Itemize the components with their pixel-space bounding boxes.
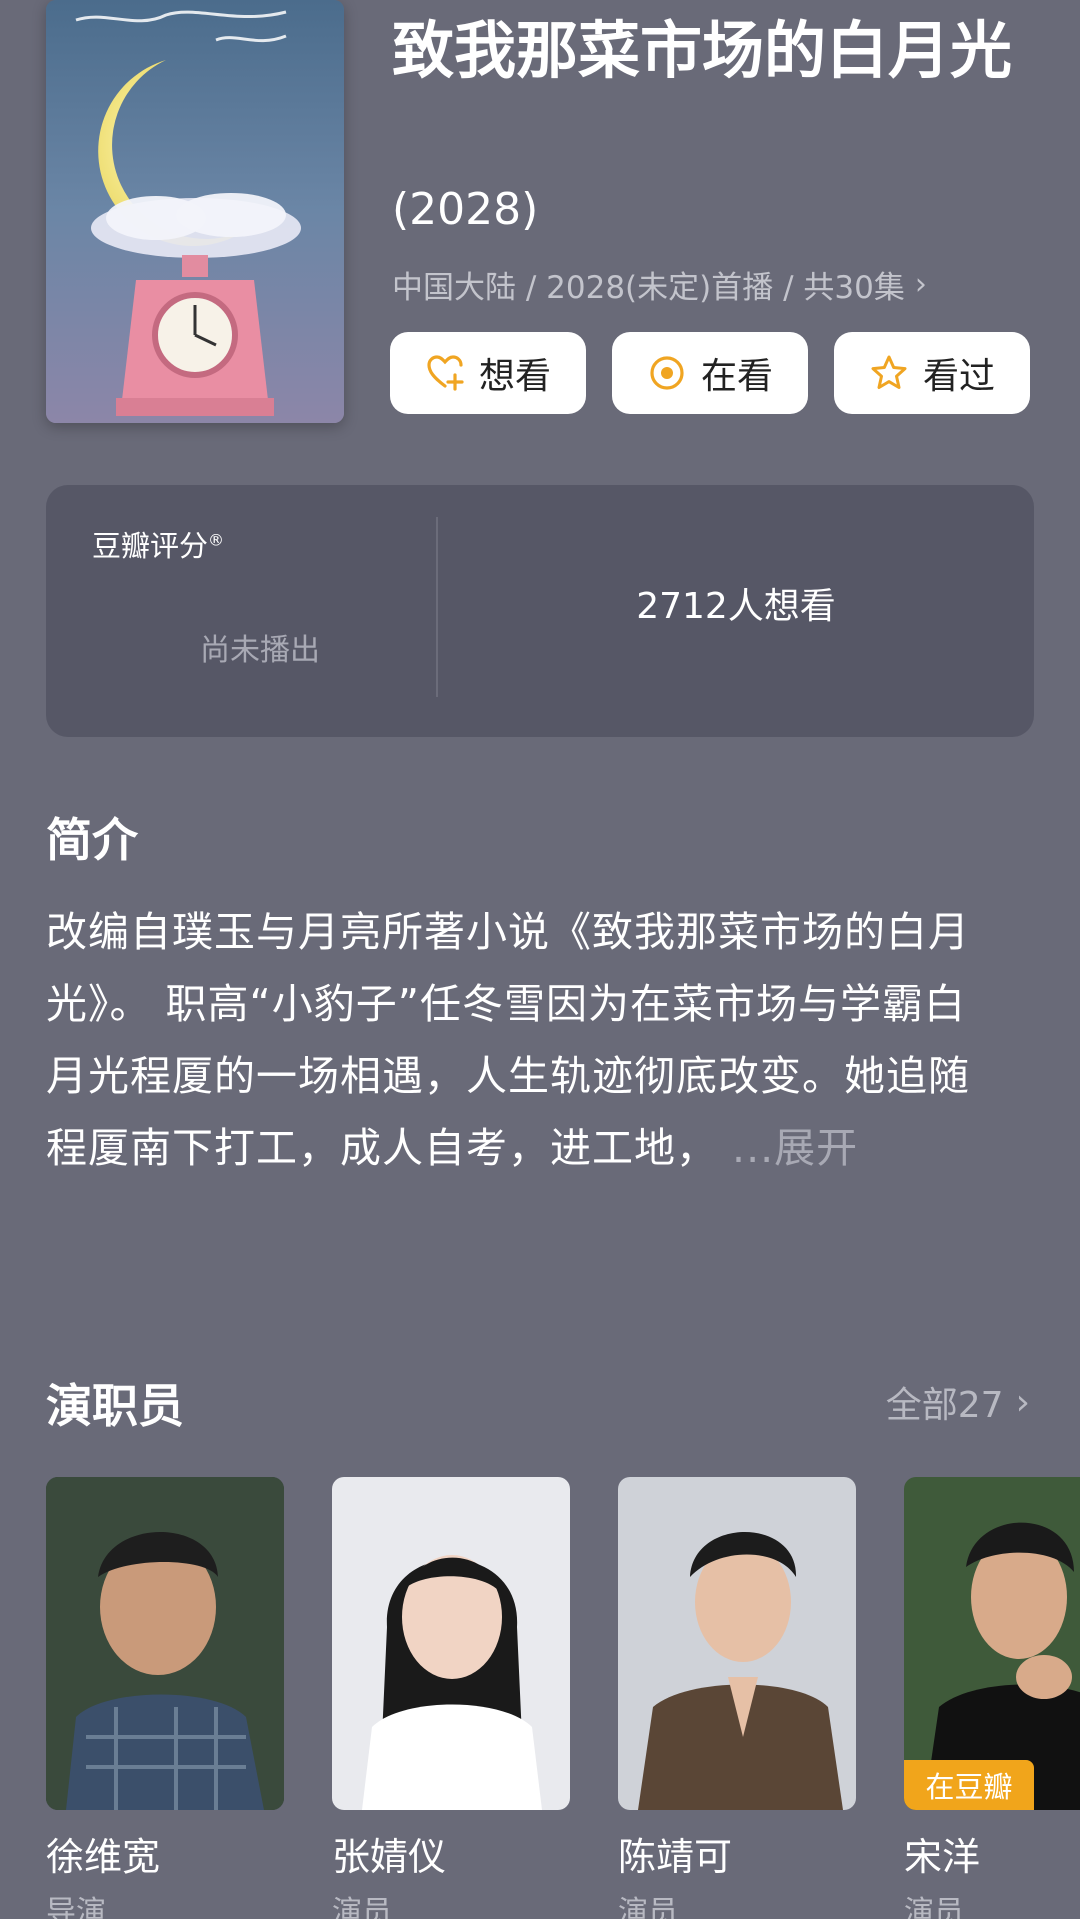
cast-member[interactable]: 陈靖可 演员 bbox=[618, 1477, 856, 1919]
cast-photo: 在豆瓣 bbox=[904, 1477, 1080, 1810]
action-buttons: 想看 在看 看过 bbox=[390, 332, 1030, 414]
heart-plus-icon bbox=[425, 353, 465, 393]
chevron-right-icon: › bbox=[914, 267, 927, 302]
release-year: (2028) bbox=[392, 184, 539, 235]
watching-label: 在看 bbox=[700, 356, 773, 397]
want-to-watch-button[interactable]: 想看 bbox=[390, 332, 586, 414]
want-to-watch-label: 想看 bbox=[478, 356, 551, 397]
chevron-right-icon: › bbox=[1015, 1381, 1030, 1423]
cast-role: 演员 bbox=[332, 1895, 392, 1919]
rating-label: 豆瓣评分® bbox=[92, 523, 224, 565]
intro-heading: 简介 bbox=[46, 813, 138, 867]
cast-all-link[interactable]: 全部27 › bbox=[886, 1376, 1030, 1428]
meta-text: 中国大陆 / 2028(未定)首播 / 共30集 bbox=[392, 270, 905, 306]
cast-member[interactable]: 在豆瓣 宋洋 演员 bbox=[904, 1477, 1080, 1919]
registered-mark: ® bbox=[208, 530, 225, 550]
cast-role: 演员 bbox=[904, 1895, 964, 1919]
star-icon bbox=[869, 353, 909, 393]
cast-member[interactable]: 徐维宽 导演 bbox=[46, 1477, 284, 1919]
rating-label-text: 豆瓣评分 bbox=[92, 529, 209, 563]
cast-role: 演员 bbox=[618, 1895, 678, 1919]
target-icon bbox=[647, 353, 687, 393]
watched-button[interactable]: 看过 bbox=[834, 332, 1030, 414]
intro-text[interactable]: 改编自璞玉与月亮所著小说《致我那菜市场的白月光》。 职高“小豹子”任冬雪因为在菜… bbox=[46, 896, 1006, 1184]
cast-heading: 演职员 bbox=[46, 1379, 184, 1433]
want-count: 2712人想看 bbox=[636, 586, 836, 627]
cast-name: 张婧仪 bbox=[332, 1835, 447, 1879]
cast-photo bbox=[332, 1477, 570, 1810]
cast-member[interactable]: 张婧仪 演员 bbox=[332, 1477, 570, 1919]
cast-all-label: 全部27 bbox=[885, 1385, 1004, 1426]
watched-label: 看过 bbox=[922, 356, 995, 397]
drama-meta[interactable]: 中国大陆 / 2028(未定)首播 / 共30集 › bbox=[392, 262, 927, 307]
watching-button[interactable]: 在看 bbox=[612, 332, 808, 414]
cast-photo bbox=[46, 1477, 284, 1810]
rating-card[interactable]: 豆瓣评分® 尚未播出 2712人想看 bbox=[46, 485, 1034, 737]
expand-link[interactable]: ...展开 bbox=[732, 1124, 858, 1172]
cast-photo bbox=[618, 1477, 856, 1810]
poster-image[interactable] bbox=[46, 0, 344, 423]
cast-name: 宋洋 bbox=[904, 1835, 981, 1879]
cast-name: 陈靖可 bbox=[618, 1835, 733, 1879]
cast-name: 徐维宽 bbox=[46, 1835, 161, 1879]
rating-status: 尚未播出 bbox=[200, 633, 320, 668]
douban-badge: 在豆瓣 bbox=[904, 1760, 1034, 1810]
header: 致我那菜市场的白月光 (2028) 中国大陆 / 2028(未定)首播 / 共3… bbox=[0, 0, 1080, 440]
cast-role: 导演 bbox=[46, 1895, 106, 1919]
drama-title: 致我那菜市场的白月光 bbox=[392, 14, 1013, 87]
cast-list[interactable]: 徐维宽 导演 张婧仪 演员 陈靖可 演员 在豆瓣 宋洋 演员 bbox=[46, 1477, 1080, 1919]
